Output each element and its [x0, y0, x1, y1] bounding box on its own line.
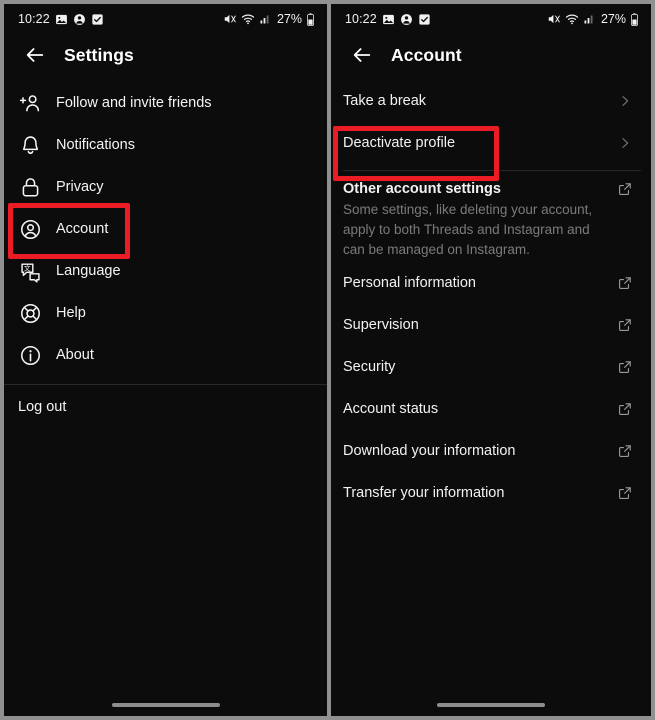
- row-supervision[interactable]: Supervision: [331, 304, 651, 346]
- lifebuoy-icon: [18, 301, 42, 325]
- battery-icon: [630, 12, 639, 26]
- section-header: Other account settings: [343, 181, 633, 197]
- sidebar-item-follow-and-invite-friends[interactable]: Follow and invite friends: [4, 82, 327, 124]
- external-link-icon: [617, 181, 633, 197]
- account-panel: 10:22 27% Account Take a break Deactivat…: [331, 4, 651, 716]
- wifi-icon: [241, 12, 255, 26]
- row-personal-information[interactable]: Personal information: [331, 262, 651, 304]
- row-deactivate-profile[interactable]: Deactivate profile: [331, 122, 651, 164]
- row-label: Account status: [343, 401, 439, 417]
- cell-signal-icon: [259, 13, 271, 25]
- section-divider: [343, 170, 641, 171]
- screenshot-root: 10:22 27% Settings Follow and invite fri…: [0, 0, 655, 720]
- sidebar-item-label: Help: [56, 305, 86, 321]
- other-account-settings-section[interactable]: Other account settings Some settings, li…: [331, 175, 651, 262]
- section-title: Other account settings: [343, 181, 501, 197]
- image-icon: [55, 13, 68, 26]
- sidebar-item-notifications[interactable]: Notifications: [4, 124, 327, 166]
- chevron-right-icon: [617, 93, 633, 109]
- external-link-icon: [617, 359, 633, 375]
- external-link-icon: [617, 401, 633, 417]
- external-link-icon: [617, 275, 633, 291]
- row-transfer-your-information[interactable]: Transfer your information: [331, 472, 651, 514]
- row-label: Supervision: [343, 317, 419, 333]
- status-bar-right: 10:22 27%: [331, 4, 651, 34]
- sidebar-item-help[interactable]: Help: [4, 292, 327, 334]
- account-rows: Take a break Deactivate profile Other ac…: [331, 76, 651, 514]
- image-icon: [382, 13, 395, 26]
- row-label: Download your information: [343, 443, 516, 459]
- section-description: Some settings, like deleting your accoun…: [343, 202, 593, 257]
- mute-icon: [547, 12, 561, 26]
- mute-icon: [223, 12, 237, 26]
- svg-text:文: 文: [23, 263, 30, 272]
- sidebar-item-language[interactable]: 文 Language: [4, 250, 327, 292]
- account-circle-icon: [18, 217, 42, 241]
- settings-header: Settings: [4, 34, 327, 76]
- home-indicator-left: [4, 703, 327, 707]
- gesture-pill: [111, 703, 220, 707]
- sidebar-item-label: Follow and invite friends: [56, 95, 212, 111]
- row-label: Deactivate profile: [343, 135, 456, 151]
- page-title: Account: [391, 44, 462, 65]
- person-badge-icon: [73, 13, 86, 26]
- row-label: Transfer your information: [343, 485, 505, 501]
- person-add-icon: [18, 91, 42, 115]
- account-header: Account: [331, 34, 651, 76]
- sidebar-item-label: Privacy: [56, 179, 104, 195]
- external-link-icon: [617, 317, 633, 333]
- status-bar-left-group: 10:22: [18, 12, 104, 26]
- row-download-your-information[interactable]: Download your information: [331, 430, 651, 472]
- logout-label: Log out: [18, 399, 67, 415]
- sidebar-item-account[interactable]: Account: [4, 208, 327, 250]
- sidebar-item-label: Account: [56, 221, 109, 237]
- info-circle-icon: [18, 343, 42, 367]
- sidebar-item-about[interactable]: About: [4, 334, 327, 376]
- sidebar-item-label: Notifications: [56, 137, 135, 153]
- wifi-icon: [565, 12, 579, 26]
- row-account-status[interactable]: Account status: [331, 388, 651, 430]
- back-arrow-icon[interactable]: [24, 44, 46, 66]
- home-indicator-right: [331, 703, 651, 707]
- row-label: Take a break: [343, 93, 427, 109]
- status-time: 10:22: [345, 12, 377, 26]
- translate-icon: 文: [18, 259, 42, 283]
- settings-menu: Follow and invite friends Notifications …: [4, 76, 327, 429]
- back-arrow-icon[interactable]: [351, 44, 373, 66]
- battery-percent: 27%: [600, 12, 626, 26]
- external-link-icon: [617, 485, 633, 501]
- status-bar-right-group: 27%: [547, 12, 639, 26]
- row-security[interactable]: Security: [331, 346, 651, 388]
- checkbox-icon: [418, 13, 431, 26]
- sidebar-item-label: About: [56, 347, 94, 363]
- bell-icon: [18, 133, 42, 157]
- status-bar-left: 10:22 27%: [4, 4, 327, 34]
- row-take-a-break[interactable]: Take a break: [331, 80, 651, 122]
- status-bar-right-group: 27%: [223, 12, 315, 26]
- logout-button[interactable]: Log out: [4, 385, 327, 429]
- settings-panel: 10:22 27% Settings Follow and invite fri…: [4, 4, 327, 716]
- battery-icon: [306, 12, 315, 26]
- row-label: Personal information: [343, 275, 476, 291]
- status-bar-left-group: 10:22: [345, 12, 431, 26]
- status-time: 10:22: [18, 12, 50, 26]
- sidebar-item-label: Language: [56, 263, 121, 279]
- external-link-icon: [617, 443, 633, 459]
- battery-percent: 27%: [276, 12, 302, 26]
- checkbox-icon: [91, 13, 104, 26]
- gesture-pill: [437, 703, 545, 707]
- cell-signal-icon: [583, 13, 595, 25]
- chevron-right-icon: [617, 135, 633, 151]
- page-title: Settings: [64, 44, 134, 65]
- row-label: Security: [343, 359, 396, 375]
- sidebar-item-privacy[interactable]: Privacy: [4, 166, 327, 208]
- person-badge-icon: [400, 13, 413, 26]
- lock-icon: [18, 175, 42, 199]
